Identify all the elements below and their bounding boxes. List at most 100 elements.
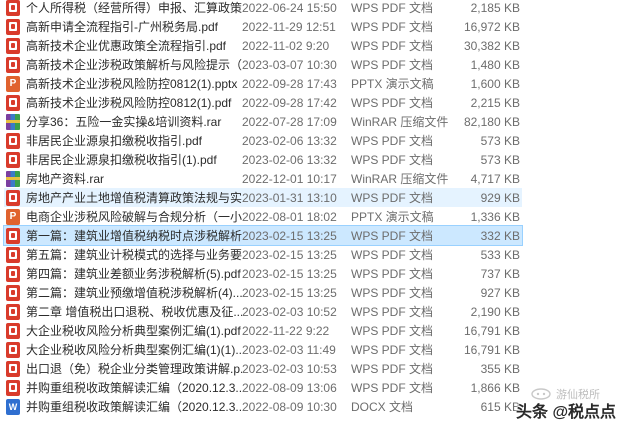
file-type: WPS PDF 文档 <box>351 305 434 319</box>
file-name: 第二章 增值税出口退税、税收优惠及征... <box>26 305 242 319</box>
file-name: 个人所得税（经营所得）申报、汇算政策... <box>26 1 242 15</box>
file-name: 高新技术企业涉税政策解析与风险提示（2... <box>26 58 242 72</box>
file-size: 533 KB <box>480 247 520 262</box>
file-type: WPS PDF 文档 <box>351 153 434 167</box>
file-modified-date: 2022-11-02 9:20 <box>242 38 330 53</box>
file-size: 737 KB <box>480 266 520 281</box>
pdf-file-icon <box>6 94 20 111</box>
file-row[interactable]: 第一篇：建筑业增值税纳税时点涉税解析... 2023-02-15 13:25 WPS… <box>3 225 523 246</box>
file-modified-date: 2022-08-01 18:02 <box>242 209 337 224</box>
file-type: WinRAR 压缩文件 <box>351 115 449 129</box>
file-size: 615 KB <box>480 399 520 414</box>
docx-file-icon <box>6 398 20 415</box>
file-size: 1,480 KB <box>470 57 520 72</box>
file-modified-date: 2023-02-15 13:25 <box>242 266 337 281</box>
file-modified-date: 2023-02-03 10:53 <box>242 361 337 376</box>
pdf-file-icon <box>6 246 20 263</box>
file-row[interactable]: 非居民企业源泉扣缴税收指引.pdf 2023-02-06 13:32 WPS PDF… <box>4 131 522 150</box>
file-type: WPS PDF 文档 <box>351 96 434 110</box>
file-size: 16,972 KB <box>463 19 520 34</box>
file-size: 573 KB <box>480 152 520 167</box>
file-type: PPTX 演示文稿 <box>351 77 434 91</box>
file-row[interactable]: 分享36：五险一金实操&培训资料.rar 2022-07-28 17:09 WinR… <box>4 112 522 131</box>
file-type: WPS PDF 文档 <box>351 229 434 243</box>
file-name: 高新申请全流程指引-广州税务局.pdf <box>26 20 219 34</box>
watermark-text: 头条 @税点点 <box>516 404 617 421</box>
file-name: 非居民企业源泉扣缴税收指引.pdf <box>26 134 203 148</box>
file-modified-date: 2022-11-29 12:51 <box>242 19 336 34</box>
file-type: WPS PDF 文档 <box>351 248 434 262</box>
file-modified-date: 2023-02-06 13:32 <box>242 152 337 167</box>
file-row[interactable]: 非居民企业源泉扣缴税收指引(1).pdf 2023-02-06 13:32 WPS … <box>4 150 522 169</box>
file-size: 2,215 KB <box>470 95 520 110</box>
file-row[interactable]: 并购重组税收政策解读汇编（2020.12.3...2022-08-09 10:3… <box>4 397 522 416</box>
pptx-file-icon <box>6 75 20 92</box>
file-row[interactable]: 第四篇：建筑业差额业务涉税解析(5).pdf 2023-02-15 13:25 WP… <box>4 264 522 283</box>
file-size: 30,382 KB <box>463 38 520 53</box>
file-type: WPS PDF 文档 <box>351 324 434 338</box>
file-size: 355 KB <box>480 361 520 376</box>
file-name: 第五篇：建筑业计税模式的选择与业务要... <box>26 248 242 262</box>
file-type: WPS PDF 文档 <box>351 343 434 357</box>
file-row[interactable]: 高新技术企业涉税风险防控0812(1).pptx 2022-09-28 17:43… <box>4 74 522 93</box>
pdf-file-icon <box>6 56 20 73</box>
file-type: WPS PDF 文档 <box>351 286 434 300</box>
file-size: 16,791 KB <box>463 342 520 357</box>
file-modified-date: 2022-07-28 17:09 <box>242 114 337 129</box>
file-row[interactable]: 房地产资料.rar 2022-12-01 10:17 WinRAR 压缩文件 4,71… <box>4 169 522 188</box>
winrar-archive-icon <box>6 170 20 187</box>
file-modified-date: 2022-06-24 15:50 <box>242 0 337 15</box>
file-type: WPS PDF 文档 <box>351 191 434 205</box>
file-type: WPS PDF 文档 <box>351 58 434 72</box>
file-name: 并购重组税收政策解读汇编（2020.12.3... <box>26 381 242 395</box>
file-row[interactable]: 第五篇：建筑业计税模式的选择与业务要... 2023-02-15 13:25 WPS… <box>4 245 522 264</box>
file-name: 第二篇：建筑业预缴增值税涉税解析(4).... <box>26 286 242 300</box>
pdf-file-icon <box>6 132 20 149</box>
file-modified-date: 2023-02-15 13:25 <box>242 285 337 300</box>
file-modified-date: 2022-12-01 10:17 <box>242 171 337 186</box>
file-row[interactable]: 高新技术企业涉税风险防控0812(1).pdf 2022-09-28 17:42 W… <box>4 93 522 112</box>
file-modified-date: 2023-02-03 10:52 <box>242 304 337 319</box>
file-type: WPS PDF 文档 <box>351 267 434 281</box>
pdf-file-icon <box>6 284 20 301</box>
watermark: 游仙税所 头条 @税点点 <box>512 386 640 427</box>
file-row[interactable]: 并购重组税收政策解读汇编（2020.12.3... 2022-08-09 13:0… <box>4 378 522 397</box>
file-row[interactable]: 高新技术企业涉税政策解析与风险提示（2... 2023-03-07 10:30 WP… <box>4 55 522 74</box>
file-row[interactable]: 高新申请全流程指引-广州税务局.pdf 2022-11-29 12:51 WPS P… <box>4 17 522 36</box>
file-size: 1,600 KB <box>470 76 520 91</box>
file-row[interactable]: 高新技术企业优惠政策全流程指引.pdf 2022-11-02 9:20 WPS PD… <box>4 36 522 55</box>
file-modified-date: 2023-02-15 13:25 <box>242 247 337 262</box>
file-name: 房地产资料.rar <box>26 172 105 186</box>
pdf-file-icon <box>6 379 20 396</box>
file-name: 出口退（免）税企业分类管理政策讲解.p... <box>26 362 242 376</box>
file-modified-date: 2022-09-28 17:42 <box>242 95 337 110</box>
file-size: 4,717 KB <box>470 171 520 186</box>
pdf-file-icon <box>6 360 20 377</box>
pdf-file-icon <box>6 37 20 54</box>
file-name: 非居民企业源泉扣缴税收指引(1).pdf <box>26 153 217 167</box>
file-size: 2,190 KB <box>470 304 520 319</box>
pptx-file-icon <box>6 208 20 225</box>
file-row[interactable]: 出口退（免）税企业分类管理政策讲解.p... 2023-02-03 10:53 WP… <box>4 359 522 378</box>
file-row[interactable]: 大企业税收风险分析典型案例汇编(1)(1).... 2023-02-03 11:4… <box>4 340 522 359</box>
pdf-file-icon <box>6 151 20 168</box>
file-row[interactable]: 第二篇：建筑业预缴增值税涉税解析(4).... 2023-02-15 13:25 W… <box>4 283 522 302</box>
file-row[interactable]: 大企业税收风险分析典型案例汇编(1).pdf 2022-11-22 9:22 WPS… <box>4 321 522 340</box>
file-type: DOCX 文档 <box>351 400 414 414</box>
file-row[interactable]: 第二章 增值税出口退税、税收优惠及征... 2023-02-03 10:52 WPS… <box>4 302 522 321</box>
pdf-file-icon <box>6 0 20 16</box>
pdf-file-icon <box>6 303 20 320</box>
file-modified-date: 2022-09-28 17:43 <box>242 76 337 91</box>
file-modified-date: 2023-02-15 13:25 <box>242 228 337 243</box>
file-name: 大企业税收风险分析典型案例汇编(1).pdf <box>26 324 241 338</box>
file-row[interactable]: 房地产产业土地增值税清算政策法规与实... 2023-01-31 13:10 WPS… <box>4 188 522 207</box>
file-name: 分享36：五险一金实操&培训资料.rar <box>26 115 222 129</box>
file-row[interactable]: 电商企业涉税风险破解与合规分析（一小...2022-08-01 18:02 PPT… <box>4 207 522 226</box>
file-type: PPTX 演示文稿 <box>351 210 434 224</box>
pdf-file-icon <box>6 18 20 35</box>
file-row[interactable]: 个人所得税（经营所得）申报、汇算政策... 2022-06-24 15:50 WPS… <box>4 0 522 17</box>
file-type: WPS PDF 文档 <box>351 134 434 148</box>
file-size: 1,336 KB <box>470 209 520 224</box>
file-type: WPS PDF 文档 <box>351 362 434 376</box>
file-modified-date: 2023-03-07 10:30 <box>242 57 337 72</box>
